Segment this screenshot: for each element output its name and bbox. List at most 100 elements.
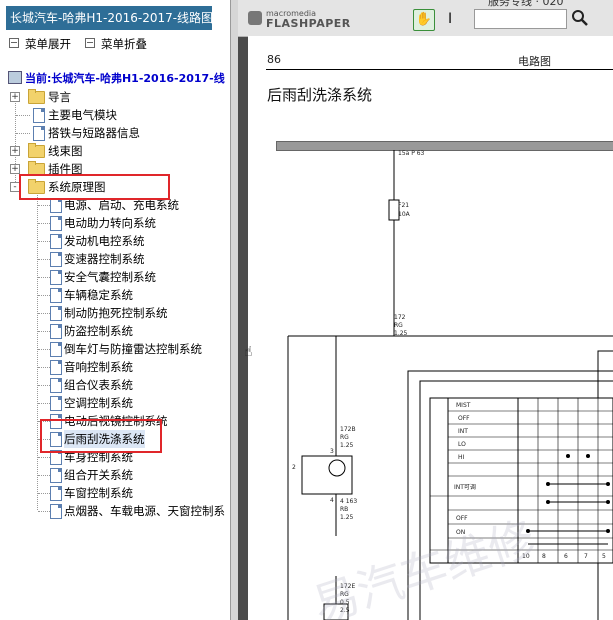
expand-toggle[interactable]: + [10,146,20,156]
document-icon [33,108,45,123]
wire-num-label: 172 [394,314,406,321]
tree-line [38,349,50,350]
current-path: 当前:长城汽车-哈弗H1-2016-2017-线 [8,70,225,86]
pin-number: 6 [564,553,568,560]
tree-label: 车窗控制系统 [64,486,133,500]
tree-item-ground-info[interactable]: 搭铁与短路器信息 [10,124,210,142]
expand-all-label: 菜单展开 [25,37,71,51]
tree-item-intro[interactable]: + 导言 [10,88,210,106]
computer-icon [8,71,22,84]
search-icon[interactable] [571,9,589,27]
tree-line [38,457,50,458]
ignition-label: 15a P 63 [398,150,425,157]
search-input[interactable] [474,9,567,29]
tree-line [38,493,50,494]
wire-size-label: 1.25 [340,514,354,521]
pin-label: 2 [292,464,296,471]
tree-item-main-modules[interactable]: 主要电气模块 [10,106,210,124]
tree-line [38,385,50,386]
logo-big-text: FLASHPAPER [266,17,351,30]
document-icon [50,288,62,303]
tree-item-harness[interactable]: + 线束图 [10,142,210,160]
switch-row-label: LO [458,441,466,448]
tree-line [38,223,50,224]
folder-icon [28,143,45,158]
tree-label: 音响控制系统 [64,360,133,374]
panel-title: 长城汽车-哈弗H1-2016-2017-线路图 [6,6,212,30]
document-icon [50,252,62,267]
wire-color-label: RG [394,322,403,329]
document-icon [50,486,62,501]
tree-label: 搭铁与短路器信息 [48,126,140,140]
tree-item-system[interactable]: 倒车灯与防撞雷达控制系统 [10,340,210,358]
hand-tool-button[interactable]: ✋ [413,9,435,31]
tree-item-system[interactable]: 车窗控制系统 [10,484,210,502]
pin-number: 8 [542,553,546,560]
text-select-tool-button[interactable]: Ⅰ [448,11,452,27]
tree-item-system[interactable]: 变速器控制系统 [10,250,210,268]
expand-all-button[interactable]: 菜单展开 [9,36,71,52]
menu-icon [9,38,19,48]
folder-icon [28,89,45,104]
pin-number: 5 [602,553,606,560]
tree-line [16,133,30,134]
highlight-box [40,419,162,453]
collapse-all-button[interactable]: 菜单折叠 [85,36,147,52]
wire-num-label: 4 163 [340,498,358,505]
tree-item-system[interactable]: 点烟器、车载电源、天窗控制系 [10,502,225,520]
tree-line [38,367,50,368]
tree-item-system[interactable]: 组合仪表系统 [10,376,210,394]
tree-label: 点烟器、车载电源、天窗控制系 [64,504,225,518]
flashpaper-logo-icon [248,11,262,25]
switch-row-label: MIST [456,402,471,409]
pin-label: 4 [330,497,334,504]
pin-label: 3 [330,448,334,455]
menu-icon [85,38,95,48]
document-icon [50,468,62,483]
document-page: 86 电路图 后雨刮洗涤系统 15a P 63 F21 10A 172 RG 1… [248,36,613,620]
tree-label: 组合仪表系统 [64,378,133,392]
tree-label: 倒车灯与防撞雷达控制系统 [64,342,202,356]
tree-item-system[interactable]: 安全气囊控制系统 [10,268,210,286]
tree-item-system[interactable]: 空调控制系统 [10,394,210,412]
tree-line [38,295,50,296]
tree-line [38,205,50,206]
tree-line [38,277,50,278]
tree-line [38,331,50,332]
tree-line [38,511,50,512]
tree-label: 安全气囊控制系统 [64,270,156,284]
motor-symbol [328,459,346,477]
tree-label: 线束图 [48,144,83,158]
tree-line [38,403,50,404]
fuse-id-label: F21 [398,202,410,209]
expand-toggle[interactable]: + [10,92,20,102]
tree-item-system[interactable]: 车辆稳定系统 [10,286,210,304]
pin-number: 7 [584,553,588,560]
current-path-text: 当前:长城汽车-哈弗H1-2016-2017-线 [25,72,225,85]
tree-label: 变速器控制系统 [64,252,145,266]
viewer-toolbar: 服务专线 · 020 macromedia FLASHPAPER ✋ Ⅰ [238,0,613,37]
switch-row-label: HI [458,454,465,461]
document-icon [50,216,62,231]
tree-line [16,115,30,116]
tree-label: 主要电气模块 [48,108,117,122]
tree-item-system[interactable]: 发动机电控系统 [10,232,210,250]
tree-item-system[interactable]: 组合开关系统 [10,466,210,484]
switch-row-label: INT [458,428,468,435]
expand-toggle[interactable]: + [10,164,20,174]
switch-row-label: OFF [458,415,470,422]
tree-item-system[interactable]: 电动助力转向系统 [10,214,210,232]
document-icon [50,234,62,249]
tree-panel: 长城汽车-哈弗H1-2016-2017-线路图 菜单展开 菜单折叠 当前:长城汽… [0,0,230,620]
fuse-amp-label: 10A [398,211,410,218]
service-line-text: 服务专线 · 020 [488,0,564,8]
wire-color-label: RG [340,434,349,441]
tree-item-system[interactable]: 制动防抱死控制系统 [10,304,210,322]
document-icon [50,306,62,321]
tree-item-system[interactable]: 防盗控制系统 [10,322,210,340]
tree-item-system[interactable]: 音响控制系统 [10,358,210,376]
wire-color-label: RB [340,506,349,513]
document-icon [33,126,45,141]
tree-label: 空调控制系统 [64,396,133,410]
tree-line [38,313,50,314]
